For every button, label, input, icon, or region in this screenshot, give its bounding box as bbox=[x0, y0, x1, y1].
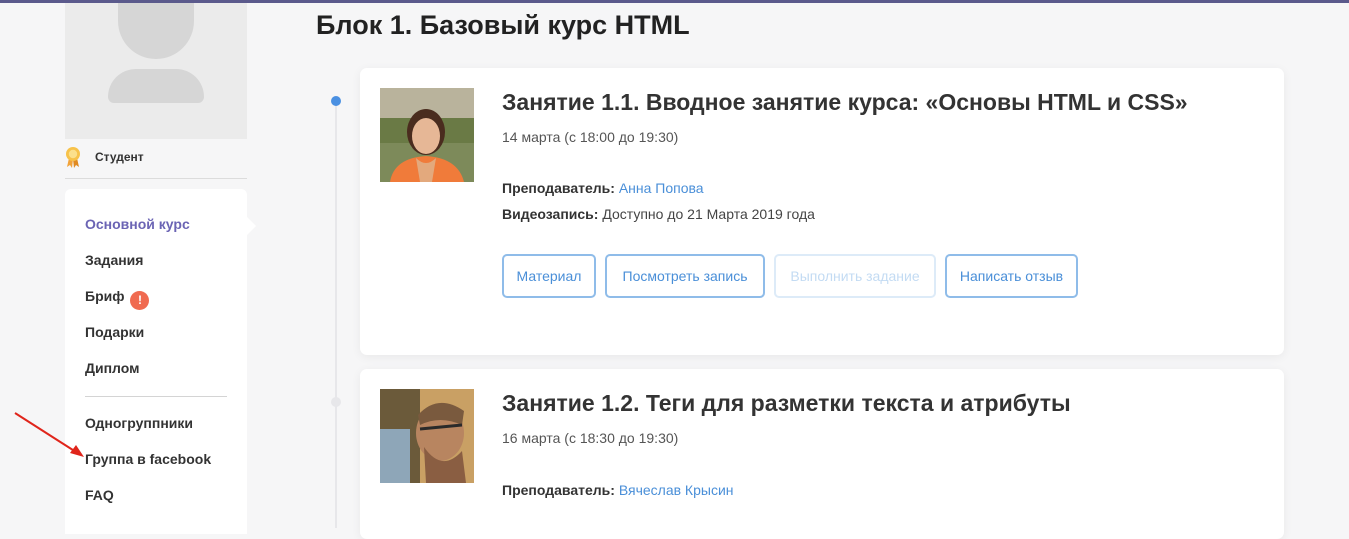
active-item-pointer bbox=[247, 217, 256, 235]
video-availability: Доступно до 21 Марта 2019 года bbox=[602, 206, 815, 222]
timeline-dot bbox=[331, 397, 341, 407]
teacher-label: Преподаватель: bbox=[502, 180, 615, 196]
sidebar-item-facebook-group[interactable]: Группа в facebook bbox=[85, 451, 211, 467]
lesson-title[interactable]: Занятие 1.2. Теги для разметки текста и … bbox=[502, 390, 1071, 417]
sidebar-item-label: Диплом bbox=[85, 360, 140, 376]
lesson-title[interactable]: Занятие 1.1. Вводное занятие курса: «Осн… bbox=[502, 89, 1188, 116]
award-badge-icon bbox=[66, 147, 80, 168]
watch-recording-button[interactable]: Посмотреть запись bbox=[605, 254, 765, 298]
sidebar-item-label: Бриф bbox=[85, 288, 125, 304]
sidebar-item-label: Одногруппники bbox=[85, 415, 194, 431]
annotation-arrow bbox=[14, 412, 84, 457]
role-label: Студент bbox=[95, 150, 144, 164]
complete-task-button[interactable]: Выполнить задание bbox=[774, 254, 936, 298]
teacher-label: Преподаватель: bbox=[502, 482, 615, 498]
video-info: Видеозапись: Доступно до 21 Марта 2019 г… bbox=[502, 206, 815, 222]
teacher-info: Преподаватель: Анна Попова bbox=[502, 180, 704, 196]
role-row: Студент bbox=[65, 146, 247, 179]
lesson-card: Занятие 1.2. Теги для разметки текста и … bbox=[360, 369, 1284, 539]
material-button[interactable]: Материал bbox=[502, 254, 596, 298]
video-label: Видеозапись: bbox=[502, 206, 599, 222]
sidebar-menu: Основной курс Задания Бриф! Подарки Дипл… bbox=[65, 189, 256, 534]
sidebar-item-label: Группа в facebook bbox=[85, 451, 212, 467]
block-title: Блок 1. Базовый курс HTML bbox=[316, 10, 690, 40]
user-placeholder-shoulders bbox=[108, 69, 204, 103]
teacher-info: Преподаватель: Вячеслав Крысин bbox=[502, 482, 734, 498]
sidebar-item-faq[interactable]: FAQ bbox=[85, 487, 114, 503]
sidebar-item-label: Задания bbox=[85, 252, 144, 268]
sidebar-item-gifts[interactable]: Подарки bbox=[85, 324, 144, 340]
user-placeholder-icon bbox=[118, 3, 194, 59]
sidebar-item-diploma[interactable]: Диплом bbox=[85, 360, 139, 376]
timeline-dot-active bbox=[331, 96, 341, 106]
teacher-photo bbox=[380, 88, 474, 182]
sidebar-item-classmates[interactable]: Одногруппники bbox=[85, 415, 193, 431]
teacher-link[interactable]: Анна Попова bbox=[619, 180, 704, 196]
sidebar-item-brief[interactable]: Бриф! bbox=[85, 288, 150, 310]
lesson-card: Занятие 1.1. Вводное занятие курса: «Осн… bbox=[360, 68, 1284, 355]
menu-divider bbox=[85, 396, 227, 397]
sidebar-item-label: FAQ bbox=[85, 487, 114, 503]
user-avatar[interactable] bbox=[65, 3, 247, 139]
teacher-photo bbox=[380, 389, 474, 483]
timeline-line bbox=[335, 100, 337, 528]
sidebar-item-label: Подарки bbox=[85, 324, 145, 340]
lesson-date: 16 марта (с 18:30 до 19:30) bbox=[502, 430, 679, 446]
teacher-link[interactable]: Вячеслав Крысин bbox=[619, 482, 734, 498]
sidebar-item-label: Основной курс bbox=[85, 216, 190, 232]
alert-icon: ! bbox=[130, 291, 150, 310]
lesson-date: 14 марта (с 18:00 до 19:30) bbox=[502, 129, 679, 145]
sidebar-item-main-course[interactable]: Основной курс bbox=[85, 216, 190, 232]
sidebar-item-tasks[interactable]: Задания bbox=[85, 252, 143, 268]
write-review-button[interactable]: Написать отзыв bbox=[945, 254, 1078, 298]
